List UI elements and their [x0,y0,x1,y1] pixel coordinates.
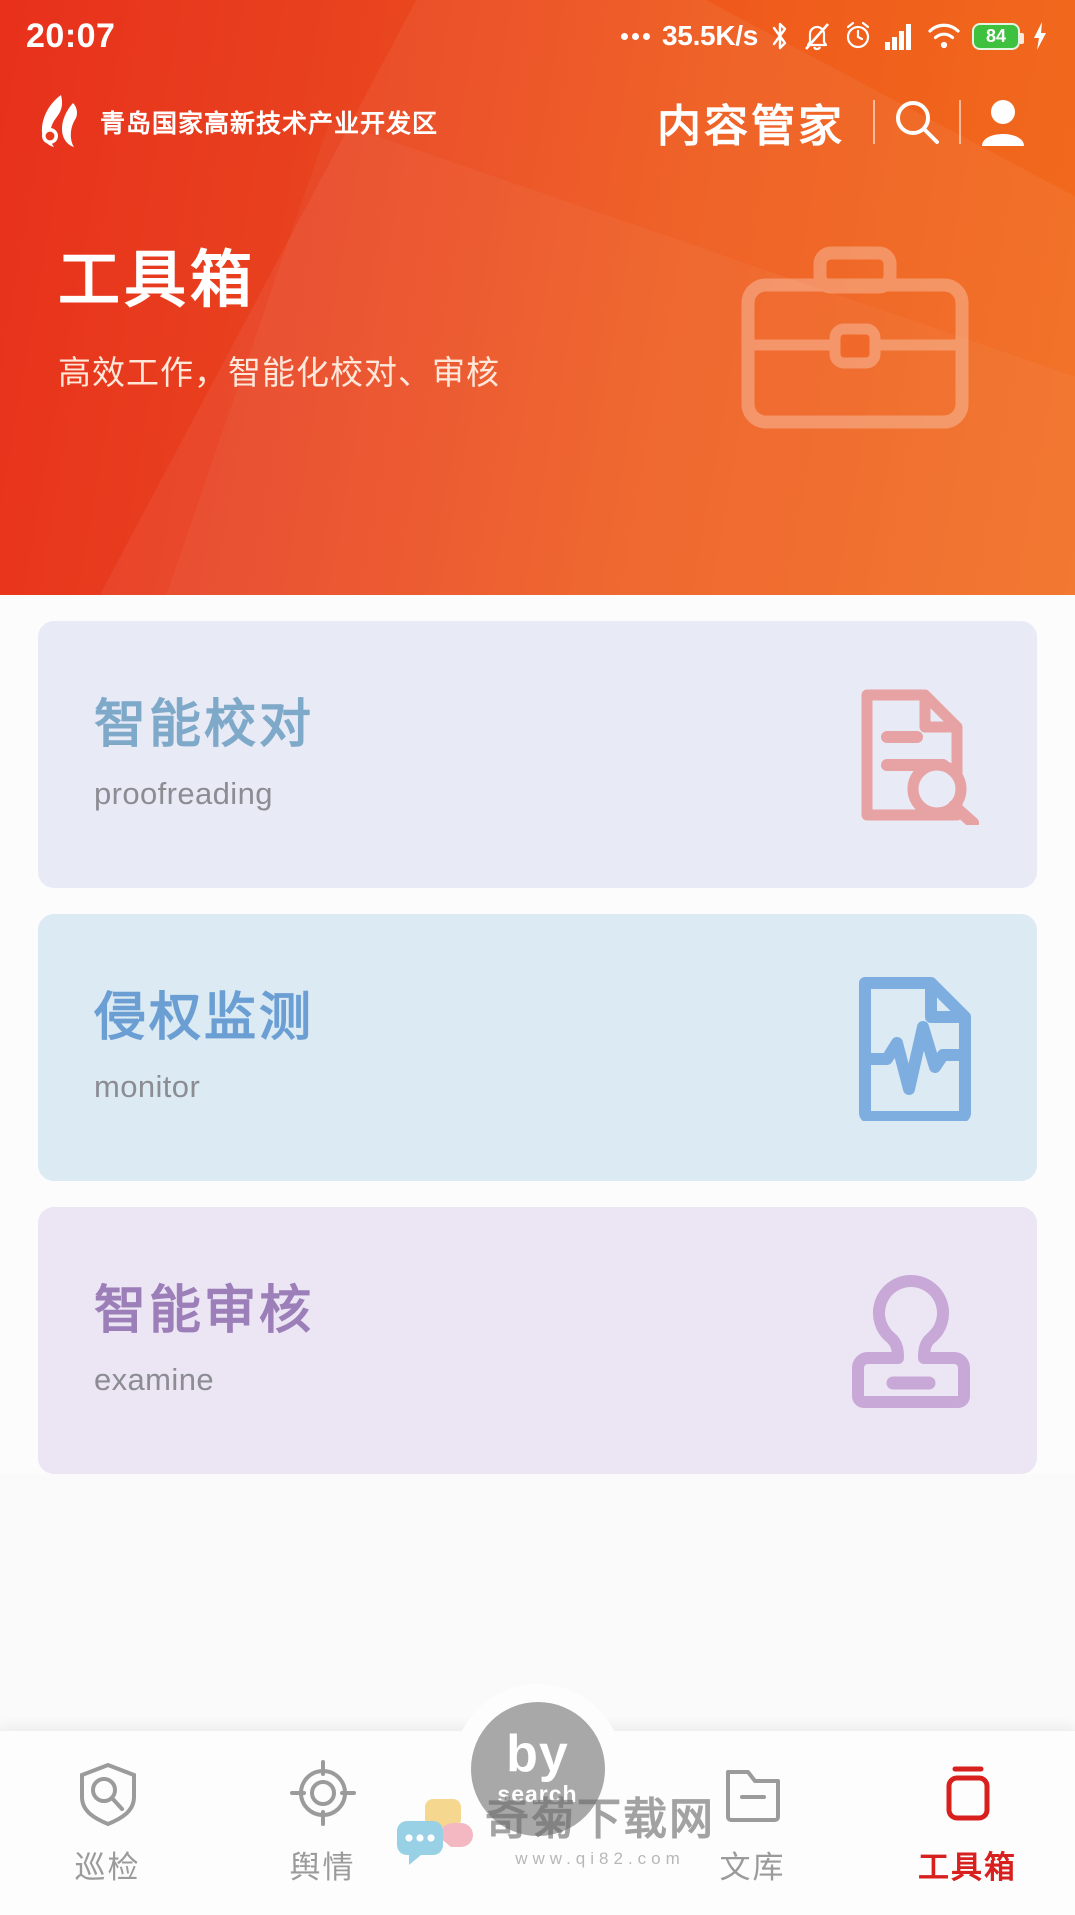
page-title: 内容管家 [657,102,845,151]
card-subtitle: monitor [94,1069,201,1105]
brand-name-label: 青岛国家高新技术产业开发区 [100,110,439,138]
user-avatar-icon [982,100,1024,146]
tab-label: 巡检 [74,1850,141,1885]
dots-icon [621,32,651,40]
alarm-clock-icon [846,21,870,49]
charging-bolt-icon [1034,22,1046,50]
card-text-group: 侵权监测 monitor [94,988,315,1105]
mute-bell-icon [805,23,829,51]
network-speed-label: 35.5K/s [662,20,758,51]
document-pulse-icon [859,976,971,1121]
folder-minus-icon [725,1770,780,1822]
bottom-tab-bar: 巡检 舆情 by search 文库 工具箱 [0,1684,1075,1915]
search-button[interactable] [875,80,959,164]
toolbox-icon [946,1766,989,1821]
app-header: 青岛国家高新技术产业开发区 内容管家 [0,72,1075,172]
qingdao-flame-logo-icon [41,95,77,147]
tab-library[interactable]: 文库 [645,1730,860,1887]
tab-opinion[interactable]: 舆情 [215,1730,430,1887]
app-header-actions: 内容管家 [657,80,1045,164]
card-title: 智能审核 [94,1281,315,1340]
tab-inspection[interactable]: 巡检 [0,1730,215,1887]
tab-label: 文库 [719,1850,786,1885]
profile-button[interactable] [961,80,1045,164]
card-subtitle: examine [94,1362,214,1398]
battery-icon: 84 [972,22,1024,50]
card-title: 智能校对 [94,695,315,754]
battery-level-label: 84 [985,26,1007,46]
card-text-group: 智能审核 examine [94,1281,315,1398]
tool-card-proofreading[interactable]: 智能校对 proofreading [38,621,1037,888]
card-icon-wrap [851,685,981,825]
shield-search-icon [79,1762,136,1826]
bluetooth-icon [772,22,787,50]
hero-copy: 工具箱 高效工作，智能化校对、审核 [0,172,1075,394]
status-time: 20:07 [26,16,116,55]
tool-card-examine[interactable]: 智能审核 examine [38,1207,1037,1474]
tool-card-monitor[interactable]: 侵权监测 monitor [38,914,1037,1181]
app-screen: 20:07 35.5K/s 84 青岛国家高新技术产业开发区 内容管家 工具箱 … [0,0,1075,1915]
by-search-fab-button[interactable]: by search [470,1702,605,1836]
hero-title: 工具箱 [58,246,257,315]
brand-logo-group: 青岛国家高新技术产业开发区 [30,93,438,151]
status-icons: 35.5K/s 84 [621,20,1049,52]
target-crosshair-icon [289,1760,356,1826]
status-bar: 20:07 35.5K/s 84 [0,0,1075,72]
rubber-stamp-icon [852,1274,970,1408]
tab-search-fab[interactable]: by search [430,1684,645,1854]
card-subtitle: proofreading [94,776,273,812]
card-icon-wrap [851,975,981,1121]
fab-primary-label: by [506,1724,569,1783]
hero-banner: 20:07 35.5K/s 84 青岛国家高新技术产业开发区 内容管家 工具箱 … [0,0,1075,595]
wifi-icon [928,23,960,49]
document-search-icon [861,689,979,825]
card-text-group: 智能校对 proofreading [94,695,315,812]
card-icon-wrap [841,1271,981,1411]
cellular-signal-icon [885,24,911,50]
tab-label: 舆情 [289,1850,356,1885]
search-icon [896,101,939,144]
tab-label: 工具箱 [918,1850,1017,1885]
card-title: 侵权监测 [94,988,315,1047]
fab-secondary-label: search [497,1781,578,1808]
hero-subtitle: 高效工作，智能化校对、审核 [58,354,500,391]
tool-card-list: 智能校对 proofreading 侵权监测 monitor 智能审核 exam… [0,595,1075,1474]
tab-toolbox[interactable]: 工具箱 [860,1730,1075,1887]
